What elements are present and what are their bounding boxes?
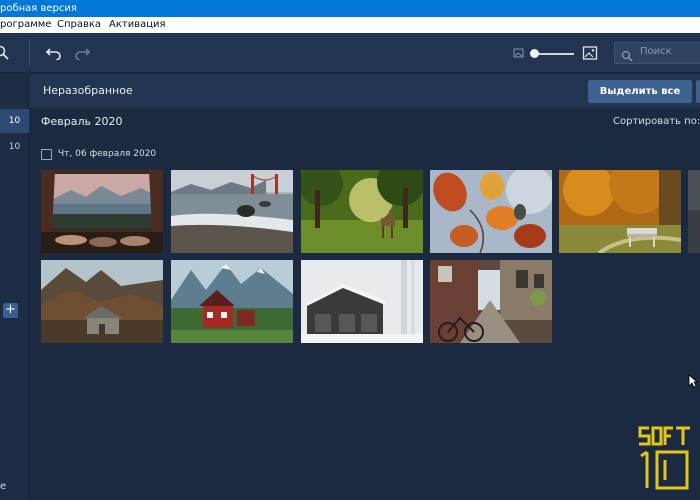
date-group-checkbox[interactable] (41, 149, 52, 160)
collection-title: Неразобранное (43, 84, 133, 97)
photo-thumbnail[interactable] (171, 170, 293, 253)
toolbar-separator (29, 39, 30, 67)
add-folder-button[interactable]: + (3, 303, 18, 318)
menu-bar: рограмме Справка Активация (0, 17, 700, 33)
select-all-button[interactable]: Выделить все (588, 80, 692, 103)
toolbar (0, 33, 700, 73)
date-group-label: Чт, 06 февраля 2020 (58, 149, 157, 159)
undo-icon[interactable] (43, 42, 65, 64)
small-thumbnail-icon[interactable] (508, 42, 530, 64)
search-field-icon (621, 47, 633, 66)
sort-label[interactable]: Сортировать по: (613, 116, 700, 127)
sidebar-count-1: 10 (8, 116, 21, 126)
photo-thumbnail[interactable] (171, 260, 293, 343)
sidebar-count-2[interactable]: 10 (0, 142, 29, 152)
month-heading: Февраль 2020 (41, 115, 123, 128)
photo-thumbnail[interactable] (41, 170, 163, 253)
large-thumbnail-icon[interactable] (579, 42, 601, 64)
left-sidebar (0, 74, 29, 500)
photo-thumbnail[interactable] (41, 260, 163, 343)
photo-thumbnail[interactable] (688, 170, 700, 253)
photo-thumbnail[interactable] (430, 170, 552, 253)
photo-thumbnail[interactable] (430, 260, 552, 343)
photo-thumbnail[interactable] (301, 260, 423, 343)
menu-item-activation[interactable]: Активация (109, 17, 166, 33)
redo-icon[interactable] (71, 42, 93, 64)
menu-item-about[interactable]: рограмме (0, 17, 51, 33)
window-title: робная версия (0, 3, 77, 14)
next-action-button[interactable] (696, 80, 700, 103)
photo-thumbnail[interactable] (559, 170, 681, 253)
menu-item-help[interactable]: Справка (57, 17, 101, 33)
search-icon[interactable] (0, 42, 13, 64)
search-placeholder: Поиск (640, 46, 672, 57)
mouse-cursor-icon (688, 373, 699, 392)
sidebar-bottom-label: e (0, 481, 7, 492)
thumbnail-size-slider[interactable] (534, 53, 574, 55)
window-title-bar: робная версия (0, 0, 700, 17)
soft10-watermark-logo (637, 426, 692, 490)
thumbnail-size-slider-knob[interactable] (530, 49, 539, 58)
photo-thumbnail[interactable] (301, 170, 423, 253)
